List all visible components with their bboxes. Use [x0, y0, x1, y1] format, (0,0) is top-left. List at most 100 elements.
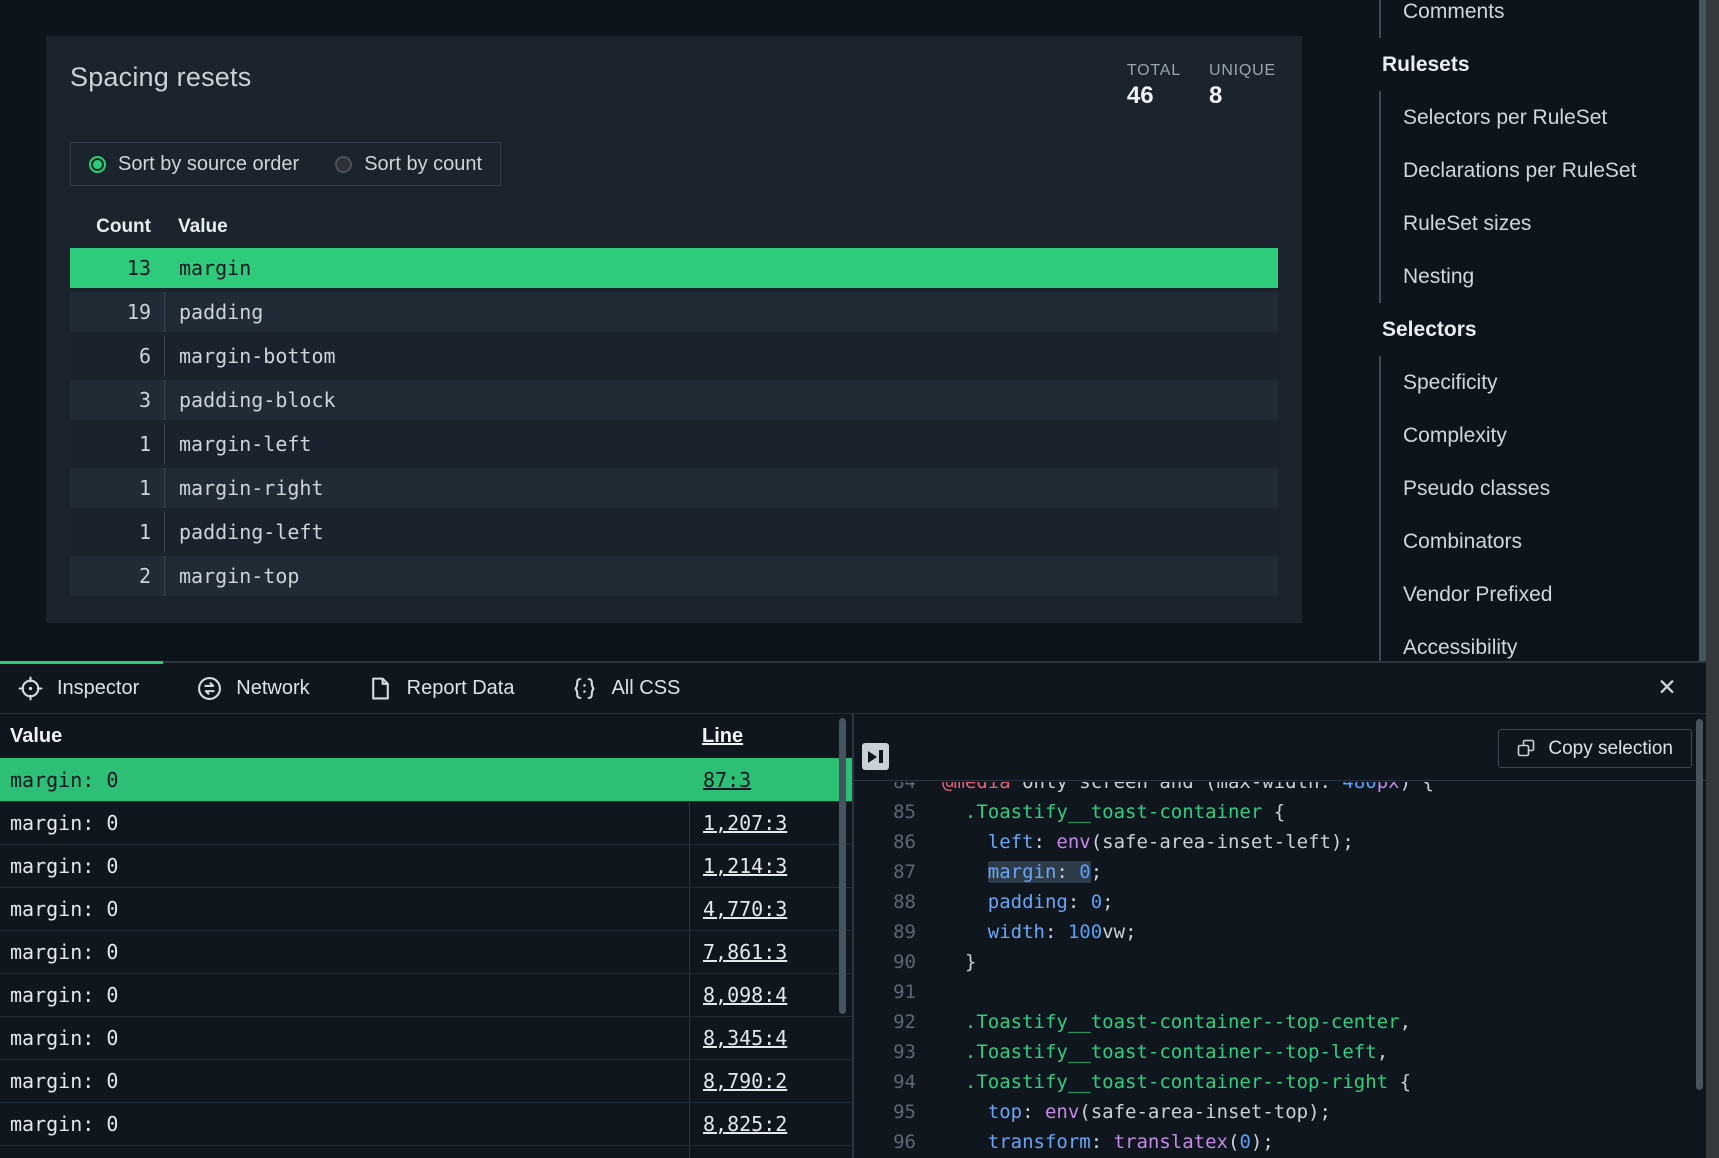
window-scrollbar-track[interactable]: [1706, 0, 1719, 1158]
code-line: 86 left: env(safe-area-inset-left);: [854, 827, 1719, 857]
code-token: .Toastify__toast-container--top-left: [965, 1041, 1377, 1063]
sidebar-section-selectors: Selectors: [1379, 303, 1689, 356]
sidebar-item-ruleset-sizes[interactable]: RuleSet sizes: [1379, 197, 1689, 250]
triangle-icon: [868, 751, 877, 763]
line-number: 84: [879, 782, 916, 797]
code-token: :: [1022, 1101, 1045, 1123]
sidebar-item-complexity[interactable]: Complexity: [1379, 409, 1689, 462]
declaration-row[interactable]: margin: 08,825:2: [0, 1102, 852, 1145]
sidebar-item-comments[interactable]: Comments: [1379, 0, 1689, 38]
declaration-row[interactable]: margin: 087:3: [0, 758, 852, 801]
page-scrollbar-thumb[interactable]: [1699, 0, 1706, 661]
line-link[interactable]: 8,825:2: [703, 1112, 787, 1136]
code-text: .Toastify__toast-container--top-center,: [942, 1007, 1411, 1037]
sidebar-item-vendor-prefixed[interactable]: Vendor Prefixed: [1379, 568, 1689, 621]
line-link[interactable]: 8,790:2: [703, 1069, 787, 1093]
code-token: :: [1091, 1131, 1114, 1153]
sort-option-label: Sort by count: [364, 153, 482, 176]
declaration-row[interactable]: margin: 0 8,790:2: [0, 1059, 852, 1102]
copy-selection-button[interactable]: Copy selection: [1498, 729, 1692, 768]
code-token: only screen and (max-width:: [1011, 782, 1343, 793]
line-link[interactable]: 8,098:4: [703, 983, 787, 1007]
radio-icon[interactable]: [335, 156, 352, 173]
line-cell: 7,861:3: [689, 931, 852, 973]
table-row[interactable]: 1padding-left: [70, 512, 1278, 552]
table-row[interactable]: 3padding-block: [70, 380, 1278, 420]
properties-table-header: Count Value: [70, 216, 1278, 238]
code-line: 93.Toastify__toast-container--top-left,: [854, 1037, 1719, 1067]
sidebar-item-nesting[interactable]: Nesting: [1379, 250, 1689, 303]
spacing-resets-card: Spacing resets TOTAL46UNIQUE8 Sort by so…: [46, 36, 1302, 623]
line-link[interactable]: 8,345:4: [703, 1026, 787, 1050]
stat-label: UNIQUE: [1209, 62, 1276, 80]
collapse-sidebar-icon[interactable]: [862, 743, 889, 770]
table-row[interactable]: 1margin-right: [70, 468, 1278, 508]
table-row[interactable]: 2margin-top: [70, 556, 1278, 596]
code-scrollbar-thumb[interactable]: [1696, 719, 1703, 1090]
code-text: margin: 0;: [942, 857, 1102, 887]
count-cell: 1: [70, 476, 164, 500]
declaration-value: margin: 0: [0, 1069, 689, 1093]
code-token: margin: [988, 861, 1057, 883]
declaration-row[interactable]: margin: 08,098:4: [0, 973, 852, 1016]
panel-body: Value Line margin: 087:3margin: 01,207:3…: [0, 714, 1719, 1158]
code-text: width: 100vw;: [942, 917, 1137, 947]
transfer-icon: [197, 676, 222, 701]
table-row[interactable]: 6margin-bottom: [70, 336, 1278, 376]
declaration-row[interactable]: [0, 1145, 852, 1158]
tab-inspector[interactable]: Inspector: [0, 663, 159, 713]
table-row[interactable]: 19padding: [70, 292, 1278, 332]
copy-icon: [1517, 739, 1536, 758]
sort-option-count[interactable]: Sort by count: [335, 153, 482, 176]
table-row[interactable]: 1margin-left: [70, 424, 1278, 464]
declaration-row[interactable]: margin: 08,345:4: [0, 1016, 852, 1059]
declaration-row[interactable]: margin: 01,214:3: [0, 844, 852, 887]
line-link[interactable]: 87:3: [703, 768, 751, 792]
table-row[interactable]: 13margin: [70, 248, 1278, 288]
code-token: env: [1045, 1101, 1079, 1123]
code-viewer: Copy selection 84 @media only screen and …: [854, 714, 1719, 1158]
tab-report-data[interactable]: Report Data: [350, 663, 535, 713]
declaration-row[interactable]: margin: 04,770:3: [0, 887, 852, 930]
tab-network[interactable]: Network: [179, 663, 329, 713]
line-link[interactable]: 1,207:3: [703, 811, 787, 835]
line-cell: 8,825:2: [689, 1103, 852, 1145]
line-number: 90: [879, 947, 916, 977]
braces-icon: [572, 676, 597, 701]
code-token: 0: [1091, 891, 1102, 913]
radio-icon[interactable]: [89, 156, 106, 173]
properties-table: Count Value 13margin19padding6margin-bot…: [70, 216, 1278, 596]
code-line: 92.Toastify__toast-container--top-center…: [854, 1007, 1719, 1037]
close-panel-button[interactable]: ✕: [1651, 671, 1683, 703]
stats: TOTAL46UNIQUE8: [1127, 62, 1278, 110]
code-area[interactable]: 84 @media only screen and (max-width: 480…: [854, 782, 1719, 1158]
sidebar-item-specificity[interactable]: Specificity: [1379, 356, 1689, 409]
count-cell: 1: [70, 520, 164, 544]
declarations-table: Value Line margin: 087:3margin: 01,207:3…: [0, 714, 854, 1158]
table-scrollbar-thumb[interactable]: [839, 718, 846, 1014]
sidebar-item-selectors-per-ruleset[interactable]: Selectors per RuleSet: [1379, 91, 1689, 144]
line-link[interactable]: 7,861:3: [703, 940, 787, 964]
declaration-row[interactable]: margin: 07,861:3: [0, 930, 852, 973]
declaration-row[interactable]: margin: 01,207:3: [0, 801, 852, 844]
line-number: 88: [879, 887, 916, 917]
sidebar-item-declarations-per-ruleset[interactable]: Declarations per RuleSet: [1379, 144, 1689, 197]
code-line: 84 @media only screen and (max-width: 480…: [854, 782, 1719, 797]
code-text: @media only screen and (max-width: 480px…: [942, 782, 1434, 797]
code-token: 480: [1342, 782, 1376, 793]
line-cell: 4,770:3: [689, 888, 852, 930]
line-link[interactable]: 4,770:3: [703, 897, 787, 921]
code-line: 90}: [854, 947, 1719, 977]
line-cell: 87:3: [689, 759, 852, 801]
code-token: vw: [1102, 921, 1125, 943]
code-text: left: env(safe-area-inset-left);: [942, 827, 1354, 857]
line-column-header[interactable]: Line: [689, 725, 852, 748]
sort-option-source-order[interactable]: Sort by source order: [89, 153, 299, 176]
line-link[interactable]: 1,214:3: [703, 854, 787, 878]
line-number: 96: [879, 1127, 916, 1157]
sidebar-item-combinators[interactable]: Combinators: [1379, 515, 1689, 568]
stat-value: 8: [1209, 82, 1276, 110]
line-number: 86: [879, 827, 916, 857]
tab-all-css[interactable]: All CSS: [554, 663, 700, 713]
sidebar-item-pseudo-classes[interactable]: Pseudo classes: [1379, 462, 1689, 515]
